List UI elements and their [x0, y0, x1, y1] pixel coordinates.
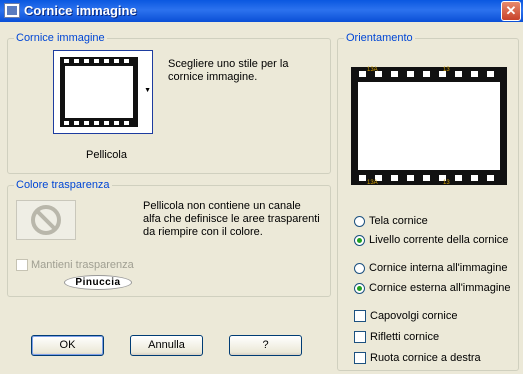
rifletti-checkbox[interactable] [354, 331, 366, 343]
film-frame-thumbnail [60, 57, 138, 127]
film-number-top-right: 13 [443, 67, 450, 73]
radio-livello-corrente[interactable] [354, 235, 365, 246]
transparency-color-swatch [16, 200, 76, 240]
help-button[interactable]: ? [229, 335, 302, 356]
frame-style-picker[interactable]: ▼ [53, 50, 153, 134]
radio-cornice-esterna-label: Cornice esterna all'immagine [369, 282, 511, 294]
capovolgi-checkbox[interactable] [354, 310, 366, 322]
film-orientation-preview: 13A 13 13A 13 [351, 67, 507, 186]
capovolgi-label: Capovolgi cornice [370, 310, 458, 322]
film-number-bottom-right: 13 [443, 180, 450, 186]
ruota-checkbox[interactable] [354, 352, 366, 364]
cancel-button[interactable]: Annulla [130, 335, 203, 356]
ok-button[interactable]: OK [31, 335, 104, 356]
transparency-info-line2: alfa che definisce le aree trasparenti [143, 213, 320, 225]
dropdown-arrow-icon[interactable]: ▼ [144, 87, 151, 94]
frame-hint-line2: cornice immagine. [168, 71, 258, 83]
frame-name: Pellicola [86, 149, 127, 161]
keep-transparency-checkbox[interactable] [16, 259, 28, 271]
transparency-info-line1: Pellicola non contiene un canale [143, 200, 301, 212]
frame-hint-line1: Scegliere uno stile per la [168, 58, 289, 70]
transparency-info-line3: da riempire con il colore. [143, 226, 263, 238]
radio-cornice-interna[interactable] [354, 263, 365, 274]
keep-transparency-label: Mantieni trasparenza [31, 259, 134, 271]
rifletti-label: Rifletti cornice [370, 331, 440, 343]
window-title: Cornice immagine [24, 3, 137, 18]
pinuccia-logo: Pinuccia [64, 275, 132, 290]
radio-livello-corrente-label: Livello corrente della cornice [369, 234, 509, 246]
film-number-bottom-left: 13A [367, 180, 378, 186]
radio-tela-cornice-label: Tela cornice [369, 215, 428, 227]
radio-cornice-esterna[interactable] [354, 283, 365, 294]
close-button[interactable]: ✕ [501, 1, 521, 21]
orientation-group-legend: Orientamento [344, 32, 415, 45]
no-entry-icon [31, 205, 61, 235]
app-icon [4, 3, 20, 18]
film-number-top-left: 13A [367, 67, 378, 73]
ruota-label: Ruota cornice a destra [370, 352, 481, 364]
radio-cornice-interna-label: Cornice interna all'immagine [369, 262, 508, 274]
radio-tela-cornice[interactable] [354, 216, 365, 227]
frame-group-legend: Cornice immagine [14, 32, 107, 45]
title-bar: Cornice immagine ✕ [0, 0, 523, 22]
transparency-group-legend: Colore trasparenza [14, 179, 112, 192]
